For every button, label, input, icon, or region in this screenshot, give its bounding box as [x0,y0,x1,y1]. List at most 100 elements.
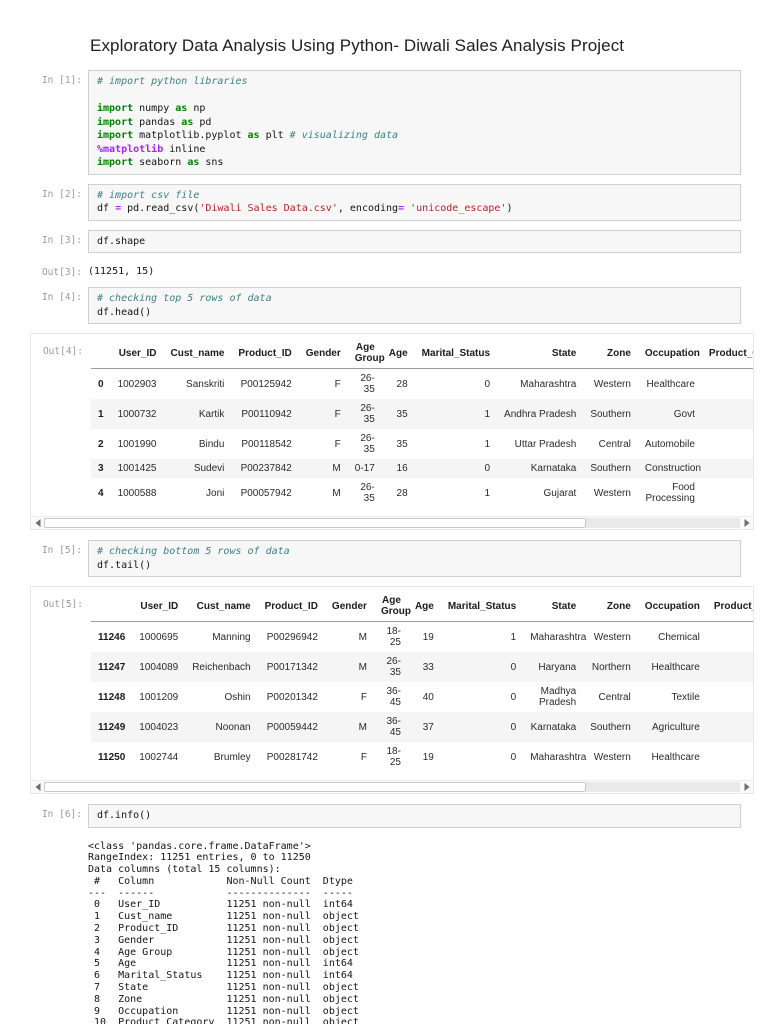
table-cell: 26-35 [360,482,375,504]
notebook-cells: In [1]: # import python libraries import … [0,70,768,1024]
column-header: Product_ID [257,591,325,622]
column-header: Cust_name [185,591,258,622]
table-cell: M [358,721,367,733]
code-editor[interactable]: # import python libraries import numpy a… [88,70,741,175]
scrollbar-thumb[interactable] [44,782,586,792]
column-header: Cust_name [163,338,232,369]
table-cell: P00171342 [266,661,318,673]
table-cell: Maharashtra [520,378,577,390]
table-cell: Healthcare [651,661,700,673]
table-cell: Haryana [538,661,577,673]
output-prompt: Out[3]: [41,267,82,278]
column-header: Age [381,338,415,369]
table-cell: Healthcare [646,378,695,390]
row-index: 1 [98,408,104,420]
column-header: Marital_Status [414,338,498,369]
table-cell: 1004089 [139,661,179,673]
input-prompt: In [2]: [41,188,82,200]
table-row: 11250 1002744 Brumley P00281742 F 18-25 19 0 Mah… [91,742,753,772]
table-cell: 1 [484,438,491,450]
table-cell: Gujarat [543,487,577,499]
horizontal-scrollbar[interactable] [31,780,753,793]
row-index: 4 [98,487,104,499]
table-cell: Western [593,378,631,390]
table-cell: 28 [396,487,408,499]
table-cell: Agriculture [652,721,700,733]
table-cell: Southern [590,463,631,474]
page-title: Exploratory Data Analysis Using Python- … [90,36,625,55]
table-cell: Veterinary [707,652,753,682]
text-output-cell: Out[3]: (11251, 15) [30,262,768,278]
row-index: 11247 [98,661,126,673]
scroll-left-icon[interactable] [31,517,44,529]
table-cell: 36-45 [386,686,401,708]
table-cell: M [358,661,367,673]
table-cell: Northern [591,661,631,673]
table-cell: 0 [510,721,517,733]
column-header: Gender [298,338,348,369]
table-cell: 35 [396,408,408,420]
table-cell: Reichenbach [192,661,251,673]
text-output-cell: <class 'pandas.core.frame.DataFrame'> Ra… [30,837,768,1024]
column-header: Product_Category [701,338,753,369]
table-cell: M [332,487,341,499]
table-cell: 1 [484,408,491,420]
column-header: Age Group [373,591,411,622]
table-cell: Manning [212,631,251,643]
table-cell: 1002744 [139,751,179,763]
code-editor[interactable]: # import csv file df = pd.read_csv('Diwa… [88,183,741,221]
table-cell: 1000588 [117,487,157,499]
table-cell: M [332,463,341,474]
code-editor[interactable]: # checking top 5 rows of data df.head() [88,287,741,324]
dataframe-clip-area: User_ID Cust_name Product_ID Gender Age Grou… [89,587,753,780]
table-cell: Office [707,742,753,772]
code-text: # import csv file df = pd.read_csv('Diwa… [97,189,513,215]
table-cell: P00296942 [266,631,318,643]
code-editor[interactable]: df.info() [88,804,741,828]
code-cell: In [6]: df.info() [30,804,768,828]
table-cell: Karnataka [530,463,577,474]
table-cell: 0 [510,661,517,673]
column-header: Gender [324,591,374,622]
table-cell: 18-25 [386,626,401,648]
code-editor[interactable]: df.shape [88,229,741,253]
table-cell: Office [707,682,753,712]
code-text: # checking top 5 rows of data df.head() [97,293,272,318]
table-cell: 33 [422,661,434,673]
table-cell: Auto [702,399,753,429]
table-cell: Kartik [198,408,225,420]
table-cell: Office [707,712,753,742]
table-cell: 1001990 [117,438,157,450]
horizontal-scrollbar[interactable] [31,516,753,529]
table-cell: Office [707,622,753,653]
table-cell: 1000695 [139,631,179,643]
table-cell: Auto [702,369,753,400]
table-cell: 0 [510,751,517,763]
column-header [91,338,111,369]
scrollbar-track[interactable] [585,518,740,528]
table-cell: Joni [206,487,225,499]
input-prompt: In [5]: [41,545,82,556]
scroll-right-icon[interactable] [740,781,753,793]
table-cell: Auto [702,478,753,508]
table-header-row: User_ID Cust_name Product_ID Gender Age Grou… [91,338,753,369]
scrollbar-thumb[interactable] [44,518,586,528]
scrollbar-track[interactable] [585,782,740,792]
code-cell: In [2]: # import csv file df = pd.read_cs… [30,183,768,221]
row-index: 3 [98,463,104,474]
column-header: State [523,591,584,622]
table-cell: Healthcare [651,751,700,763]
table-cell: 28 [396,378,408,390]
scroll-left-icon[interactable] [31,781,44,793]
input-prompt: In [1]: [41,75,82,86]
table-cell: 19 [422,751,434,763]
code-cell: In [3]: df.shape [30,229,768,253]
dataframe-table: User_ID Cust_name Product_ID Gender Age Grou… [91,591,753,772]
code-editor[interactable]: # checking bottom 5 rows of data df.tail… [88,540,741,577]
output-prompt [30,837,88,842]
column-header: Occupation [637,591,707,622]
code-text: df.info() [97,810,152,821]
table-cell: P00125942 [240,378,292,390]
column-header: Zone [583,591,638,622]
scroll-right-icon[interactable] [740,517,753,529]
